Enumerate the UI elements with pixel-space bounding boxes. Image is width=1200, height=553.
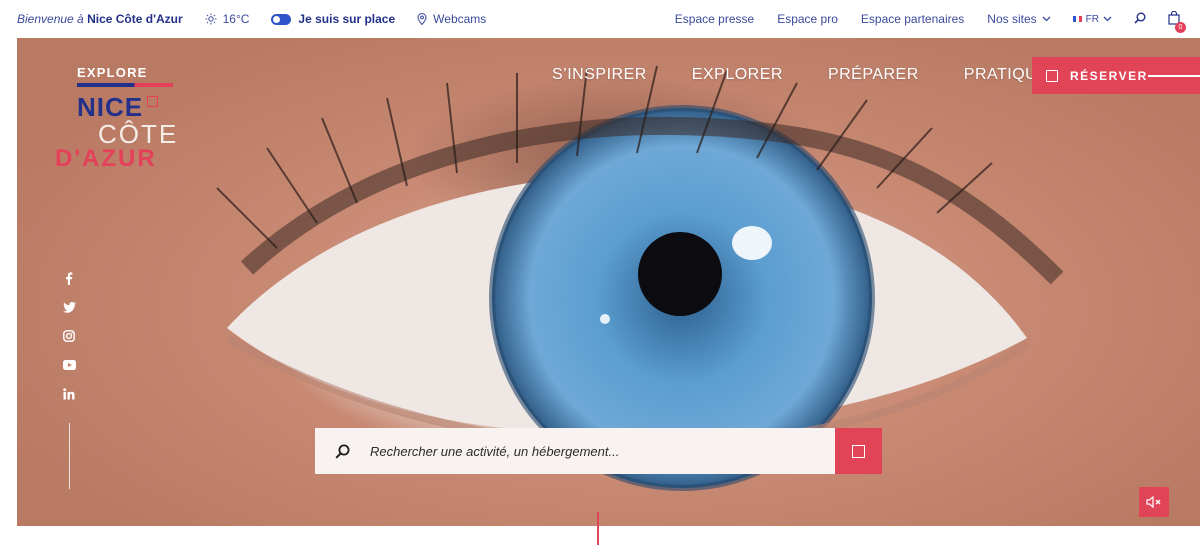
nos-sites-label: Nos sites [987,12,1037,26]
nos-sites-dropdown[interactable]: Nos sites [987,12,1051,26]
chevron-down-icon [1103,16,1112,22]
nav-item-sinspirer[interactable]: S’INSPIRER [552,66,647,84]
search-icon [335,444,350,459]
logo-badge-icon [147,96,159,107]
temperature: 16°C [222,12,250,26]
nav-item-preparer[interactable]: PRÉPARER [828,66,919,84]
logo-azur-text: D'AZUR [55,145,157,172]
toggle-switch[interactable] [271,13,292,25]
top-utility-bar: Bienvenue à Nice Côte d'Azur 16°C Je sui… [0,0,1200,38]
sun-icon [205,13,217,25]
welcome-text: Bienvenue à Nice Côte d'Azur [17,12,183,26]
main-navigation: S’INSPIRER EXPLORER PRÉPARER PRATIQUE [552,66,1093,84]
cart-count-badge: 0 [1175,21,1186,33]
linkedin-icon[interactable] [61,386,77,402]
nav-item-explorer[interactable]: EXPLORER [692,66,783,84]
explore-nice-cote-azur-logo[interactable]: EXPLORE NICE CÔTE D'AZUR [55,65,202,171]
search-input[interactable] [370,443,810,459]
instagram-icon[interactable] [61,328,77,344]
reserve-label: RÉSERVER [1070,68,1148,83]
link-espace-partenaires[interactable]: Espace partenaires [861,12,964,26]
search-icon[interactable] [1134,12,1146,27]
search-submit-button[interactable] [835,428,882,474]
reserve-decor-line [1148,75,1200,77]
twitter-icon[interactable] [61,299,77,315]
cart-button[interactable]: 0 [1168,10,1186,33]
scroll-indicator-line[interactable] [597,512,599,545]
social-links [61,270,77,489]
webcams-label: Webcams [433,12,487,26]
external-link-icon [1046,69,1058,82]
link-espace-pro[interactable]: Espace pro [777,12,838,26]
reserve-button[interactable]: RÉSERVER [1032,57,1200,94]
onsite-label: Je suis sur place [298,12,396,26]
activity-search-bar [315,428,835,474]
youtube-icon[interactable] [61,357,77,373]
language-selector[interactable]: FR [1072,13,1112,25]
chevron-down-icon [1042,16,1051,22]
language-code: FR [1085,13,1099,25]
logo-line-1: NICE [77,93,202,121]
webcams-link[interactable]: Webcams [417,12,486,26]
welcome-prefix: Bienvenue à [17,12,84,26]
french-flag-icon [1072,16,1082,22]
location-pin-icon [417,13,427,25]
external-link-icon [852,444,865,458]
hero-video: EXPLORE NICE CÔTE D'AZUR S’INSPIRER EXPL… [17,38,1200,526]
mute-button[interactable] [1139,487,1169,517]
welcome-place: Nice Côte d'Azur [87,12,183,26]
logo-cote-text: CÔTE [98,119,179,149]
social-divider-line [68,423,70,489]
weather-widget: 16°C [205,12,250,26]
link-espace-presse[interactable]: Espace presse [675,12,754,26]
logo-explore-text: EXPLORE [77,65,148,80]
speaker-muted-icon [1146,496,1161,508]
onsite-toggle[interactable]: Je suis sur place [271,12,395,26]
logo-nice-text: NICE [77,92,144,122]
facebook-icon[interactable] [61,270,77,286]
logo-bar [77,83,173,87]
